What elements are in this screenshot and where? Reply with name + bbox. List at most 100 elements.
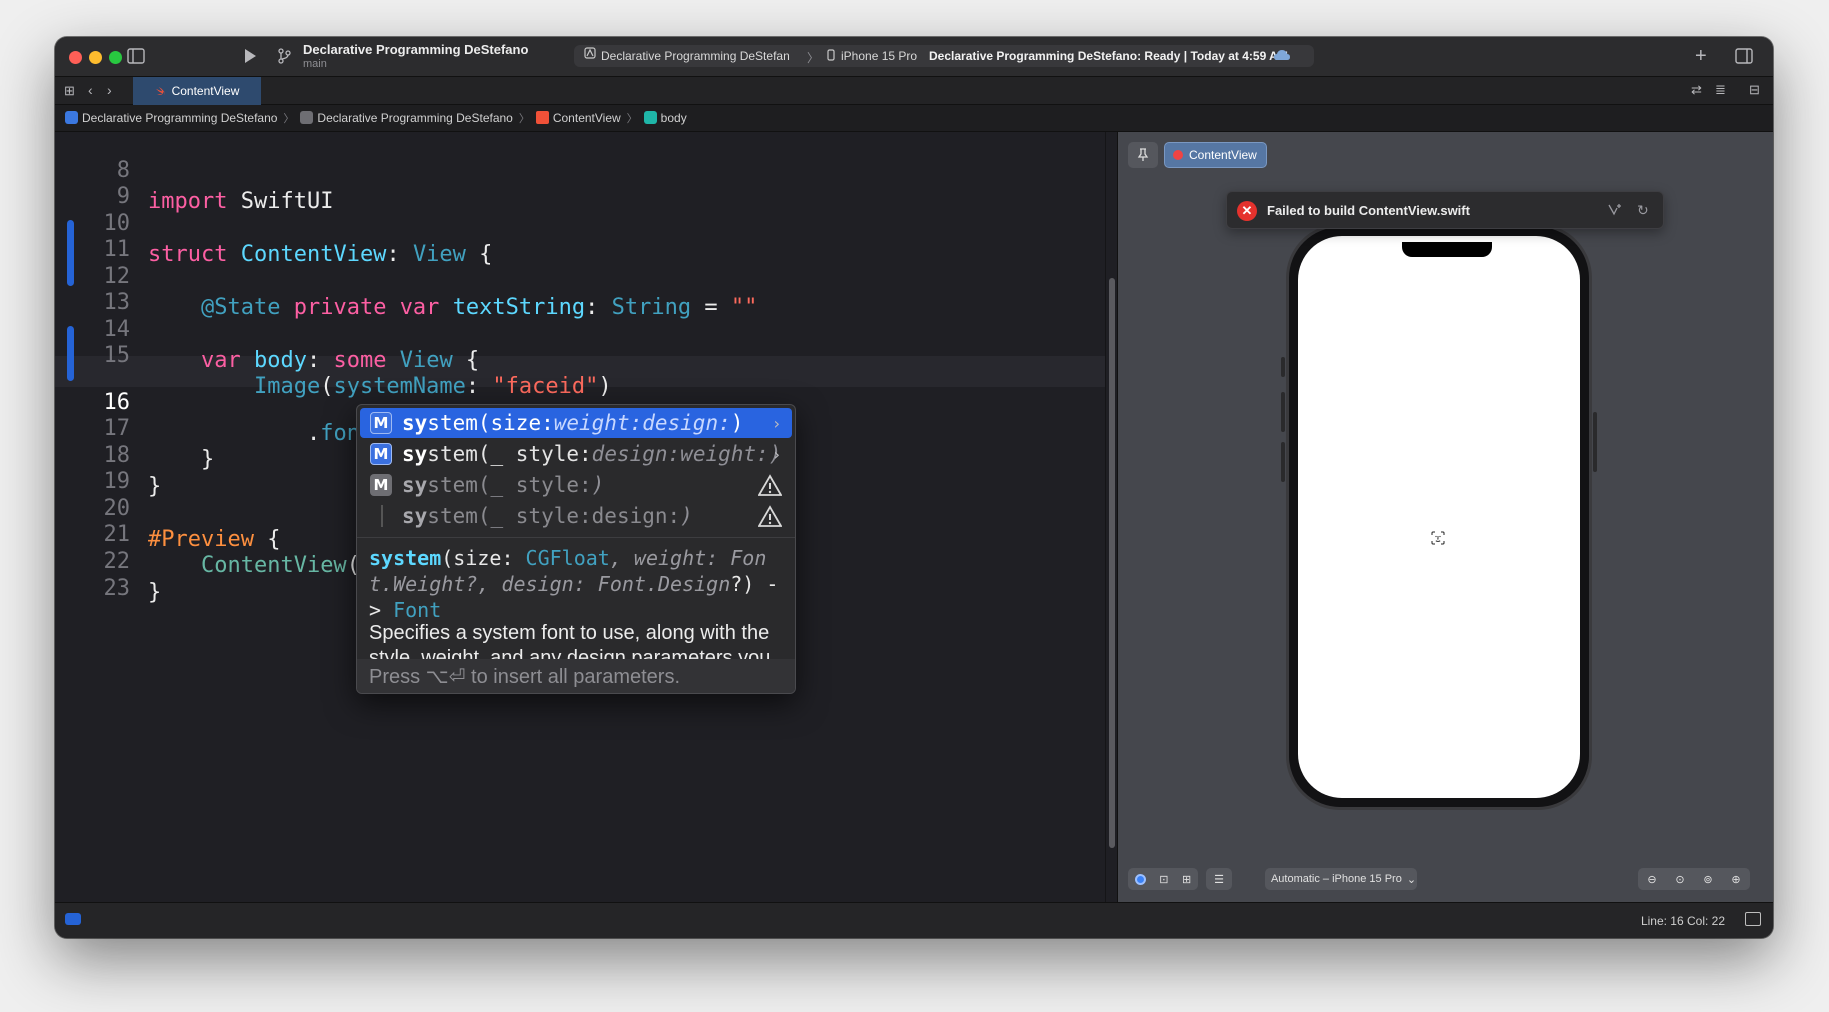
canvas-bottom-bar: ⊡ ⊞ ☰ Automatic – iPhone 15 Pro ⌄ ⊖ ⊙ ⊚ … [1118, 858, 1773, 902]
tab-label: ContentView [171, 84, 240, 98]
chevron-right-icon: 〉 [518, 113, 530, 125]
pin-preview-button[interactable] [1128, 142, 1158, 168]
status-state: Ready [1144, 49, 1181, 63]
no-badge-divider [381, 505, 383, 527]
volume-up-button [1281, 392, 1285, 432]
preview-mode-group: ⊡ ⊞ [1128, 868, 1198, 890]
status-bar: Line: 16 Col: 22 [55, 902, 1773, 938]
swift-file-icon [535, 111, 549, 124]
scrollbar-thumb[interactable] [1109, 278, 1115, 848]
cloud-icon[interactable] [1273, 49, 1291, 64]
refresh-icon[interactable]: ↻ [1637, 202, 1649, 219]
minimize-window-button[interactable] [89, 51, 102, 64]
branch-name: main [303, 58, 327, 70]
inspector-toggle-icon[interactable] [1735, 48, 1753, 67]
error-x-icon: ✕ [1237, 201, 1257, 221]
related-items-icon[interactable]: ⇄ [1691, 83, 1702, 96]
debug-area-toggle[interactable] [65, 913, 81, 925]
tab-contentview[interactable]: ContentView [133, 77, 261, 105]
variants-icon[interactable]: ⊞ [1182, 873, 1191, 886]
completion-item[interactable]: M system(_ style:) [360, 470, 792, 500]
completion-footer: Press ⌥⏎ to insert all parameters. [357, 659, 795, 693]
project-title[interactable]: Declarative Programming DeStefano [303, 42, 528, 57]
branch-icon [277, 48, 291, 67]
zoom-out-icon[interactable]: ⊖ [1647, 873, 1656, 886]
tab-bar: ⊞ ‹ › ContentView ⇄ ≣ ⊟ [55, 77, 1773, 105]
editor-scrollbar[interactable] [1105, 132, 1117, 902]
preview-tab[interactable]: ContentView [1164, 142, 1267, 168]
completion-divider [357, 537, 795, 538]
property-icon [643, 111, 657, 124]
method-badge-icon: M [370, 443, 392, 465]
scheme-icon [584, 47, 596, 62]
breadcrumb-project[interactable]: Declarative Programming DeStefano [65, 111, 277, 125]
preview-canvas: ContentView ✕ Failed to build ContentVie… [1118, 132, 1773, 902]
deprecated-warning-icon [758, 474, 782, 496]
method-badge-icon: M [370, 474, 392, 496]
navigator-toggle-icon[interactable] [127, 48, 145, 67]
iphone-frame [1286, 224, 1592, 810]
cursor-position: Line: 16 Col: 22 [1640, 914, 1725, 928]
breadcrumb-symbol[interactable]: body [643, 111, 687, 125]
add-icon[interactable]: + [1695, 46, 1707, 66]
breadcrumb: Declarative Programming DeStefano 〉 Decl… [55, 105, 1773, 132]
dynamic-island [1402, 242, 1492, 257]
pin-icon [1137, 148, 1149, 161]
xcode-window: Declarative Programming DeStefano main D… [55, 37, 1773, 938]
chevron-right-icon: 〉 [283, 113, 295, 125]
diagnostics-icon[interactable] [1607, 202, 1623, 219]
chevron-right-icon: › [773, 413, 780, 433]
chevron-right-icon: › [773, 444, 780, 464]
debug-area-icon[interactable] [1745, 912, 1761, 926]
forward-icon[interactable]: › [107, 83, 112, 97]
device-selector-label: Automatic – iPhone 15 Pro [1270, 873, 1402, 885]
chevron-down-icon: ⌄ [1406, 873, 1417, 886]
faceid-icon [1431, 531, 1445, 545]
toolbar: Declarative Programming DeStefano main D… [55, 37, 1773, 77]
breadcrumb-folder[interactable]: Declarative Programming DeStefano [300, 111, 513, 125]
completion-signature: system(size: CGFloat, weight: Font.Weigh… [369, 546, 779, 622]
action-button [1281, 357, 1285, 377]
selectable-mode-icon[interactable]: ⊡ [1159, 873, 1168, 886]
build-error-message: Failed to build ContentView.swift [1267, 203, 1470, 218]
live-mode-icon[interactable] [1134, 873, 1146, 885]
code-line: 15 Image(systemName: "faceid") [55, 309, 612, 399]
completion-item[interactable]: M system(_ style:design:weight:) › [360, 439, 792, 469]
zoom-in-icon[interactable]: ⊕ [1731, 873, 1740, 886]
back-icon[interactable]: ‹ [88, 83, 93, 97]
zoom-controls: ⊖ ⊙ ⊚ ⊕ [1638, 868, 1750, 890]
build-status: Declarative Programming DeStefano: Ready… [929, 49, 1288, 63]
completion-popup: M system(size:weight:design:) › M system… [356, 404, 796, 694]
side-button [1593, 412, 1597, 472]
scheme-selector[interactable]: Declarative Programming DeStefan [601, 49, 790, 63]
chevron-right-icon: 〉 [807, 51, 820, 65]
run-destination[interactable]: iPhone 15 Pro [841, 49, 917, 63]
completion-item[interactable]: M system(size:weight:design:) › [360, 408, 792, 438]
device-icon [827, 49, 835, 64]
project-icon [65, 111, 78, 124]
editor-options-icon[interactable]: ≣ [1715, 83, 1726, 96]
code-line: 23 [55, 542, 134, 601]
zoom-actual-icon[interactable]: ⊙ [1675, 873, 1684, 886]
device-settings-icon[interactable]: ☰ [1206, 868, 1232, 890]
status-project: Declarative Programming DeStefano: [929, 49, 1142, 63]
close-window-button[interactable] [69, 51, 82, 64]
run-icon[interactable] [243, 48, 257, 67]
preview-tab-label: ContentView [1189, 148, 1257, 162]
grid-icon[interactable]: ⊞ [64, 84, 75, 97]
folder-icon [300, 111, 314, 124]
volume-down-button [1281, 442, 1285, 482]
swift-file-icon [155, 86, 165, 95]
preview-error-dot [1173, 150, 1183, 160]
zoom-fit-icon[interactable]: ⊚ [1703, 873, 1712, 886]
preview-screen[interactable] [1298, 236, 1580, 798]
breadcrumb-file[interactable]: ContentView [535, 111, 621, 125]
build-error-banner: ✕ Failed to build ContentView.swift ↻ [1226, 191, 1664, 229]
deprecated-warning-icon [758, 505, 782, 527]
device-selector[interactable]: Automatic – iPhone 15 Pro ⌄ [1265, 868, 1417, 890]
completion-item[interactable]: system(_ style:design:) [360, 501, 792, 531]
line-number: 23 [103, 576, 131, 601]
split-editor-icon[interactable]: ⊟ [1749, 83, 1760, 96]
zoom-window-button[interactable] [109, 51, 122, 64]
method-badge-icon: M [370, 412, 392, 434]
